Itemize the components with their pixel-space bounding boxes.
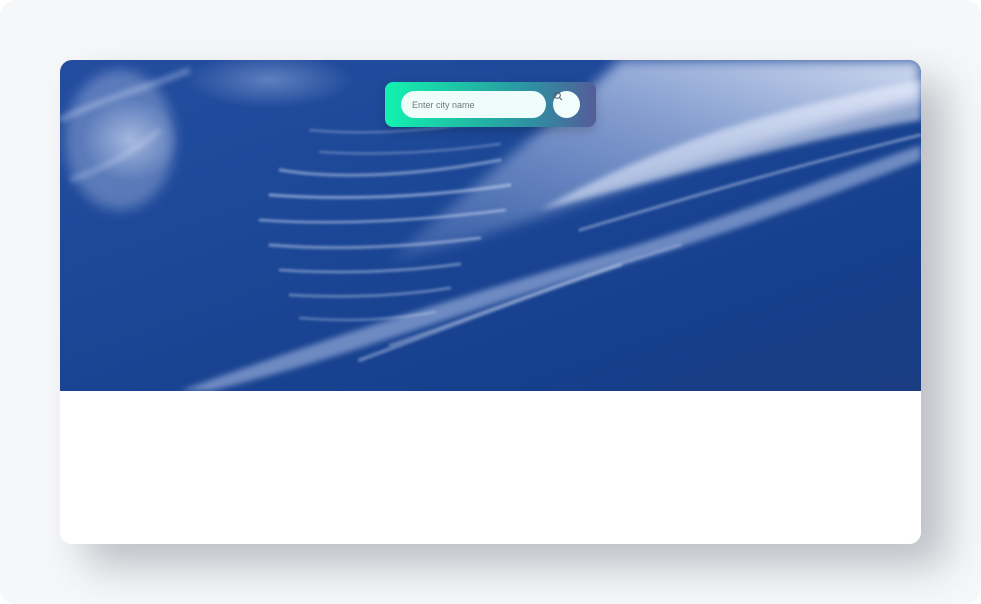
search-bar: [385, 82, 596, 127]
weather-content-area: [60, 391, 921, 544]
page-background: [0, 0, 981, 604]
city-search-input[interactable]: [401, 91, 546, 118]
search-button[interactable]: [553, 91, 580, 118]
sky-background-image: [60, 60, 921, 391]
weather-app-card: [60, 60, 921, 544]
search-icon: [553, 91, 563, 101]
